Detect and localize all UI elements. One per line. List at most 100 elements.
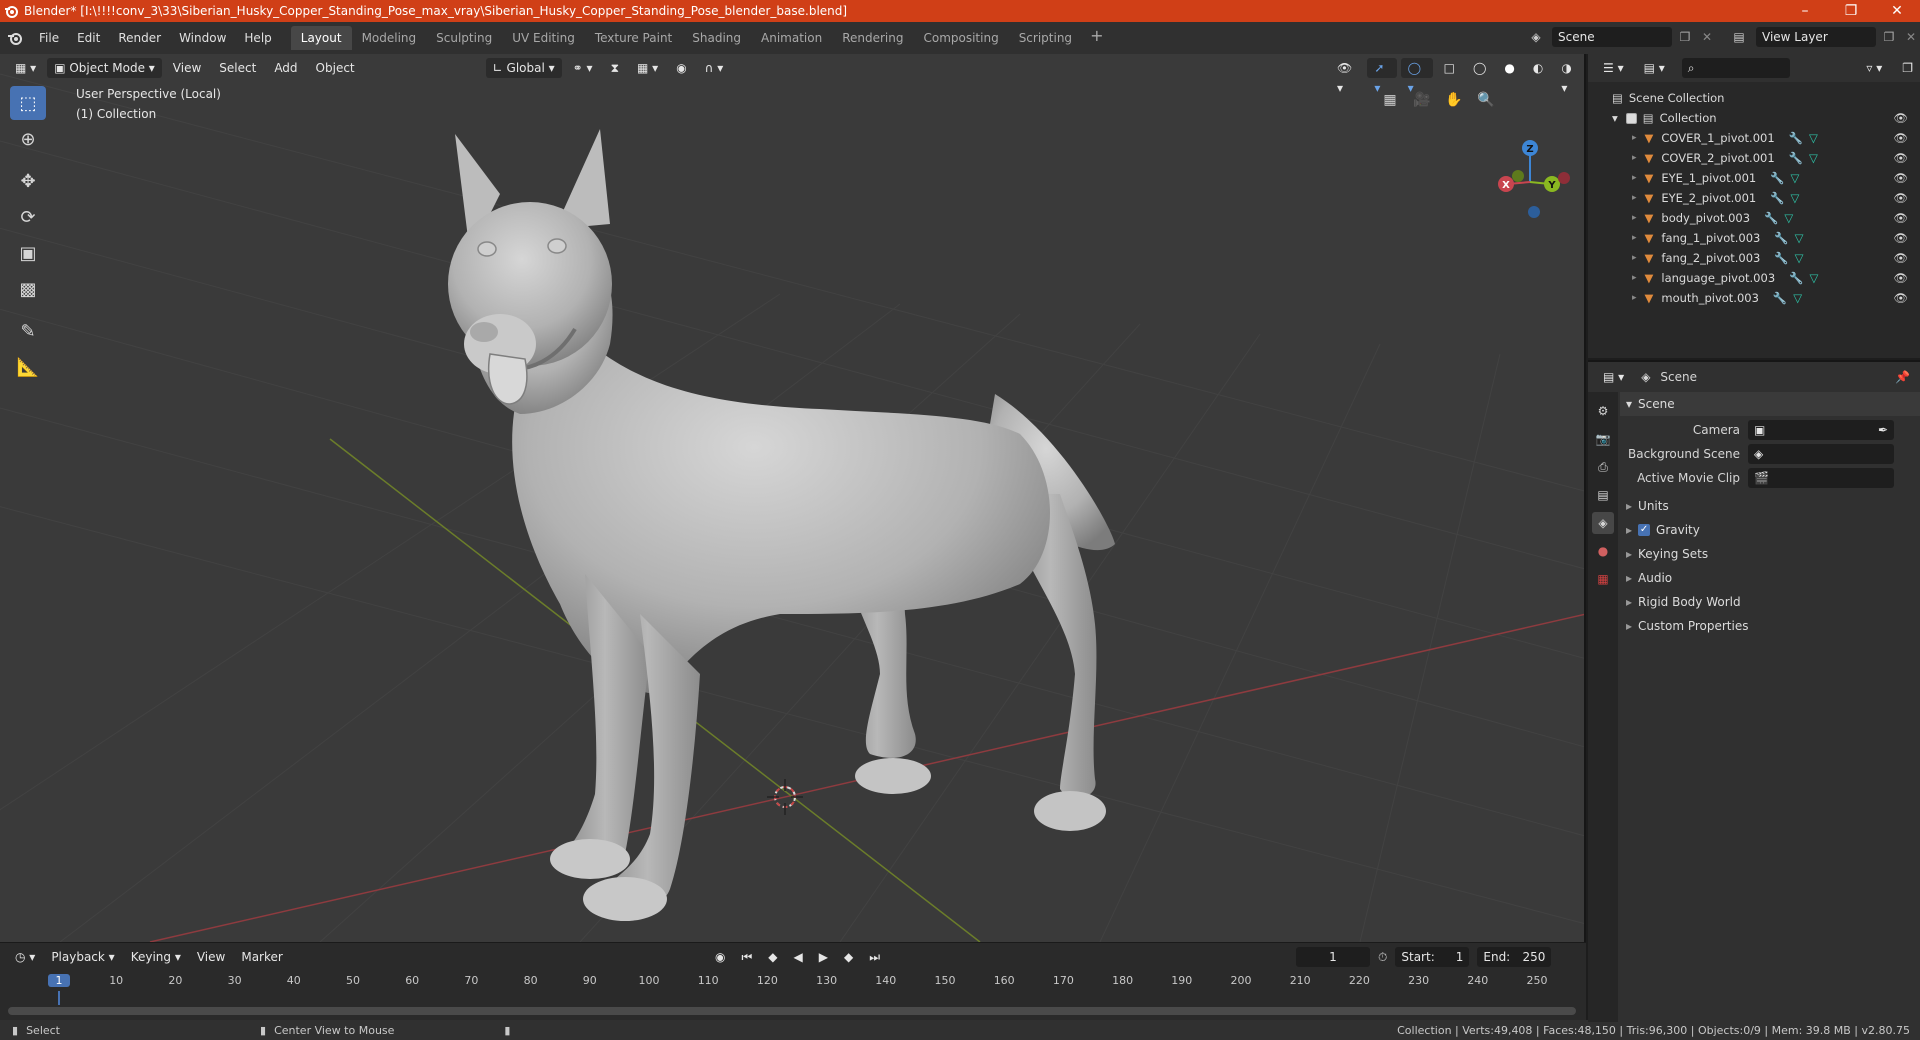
audio-panel-header[interactable]: ▸ Audio <box>1620 566 1920 590</box>
current-frame-field[interactable]: 1 <box>1296 947 1370 967</box>
modifier-wrench-icon[interactable]: 🔧 <box>1789 271 1803 285</box>
menu-playback[interactable]: Playback ▾ <box>44 947 121 967</box>
background-scene-field[interactable]: ◈ <box>1748 444 1894 464</box>
visibility-icon[interactable]: 👁 ▾ <box>1330 58 1363 95</box>
outliner-object-row[interactable]: ▸ ▼ fang_2_pivot.003 🔧 ▽ 👁 <box>1588 248 1920 268</box>
modifier-wrench-icon[interactable]: 🔧 <box>1773 291 1787 305</box>
menu-render[interactable]: Render <box>109 27 170 49</box>
minimize-button[interactable]: – <box>1782 0 1828 22</box>
scene-panel-header[interactable]: ▾ Scene <box>1620 392 1920 416</box>
pin-icon[interactable]: 📌 <box>1895 370 1910 384</box>
tab-sculpting[interactable]: Sculpting <box>426 26 502 50</box>
expand-triangle-icon[interactable]: ▸ <box>1632 173 1637 183</box>
visibility-eye-icon[interactable]: 👁 <box>1893 291 1908 305</box>
snap-target-icon[interactable]: ▦ ▾ <box>630 58 665 78</box>
mesh-data-icon[interactable]: ▽ <box>1791 171 1800 185</box>
visibility-eye-icon[interactable]: 👁 <box>1893 151 1908 165</box>
new-scene-icon[interactable]: ❐ <box>1676 30 1694 44</box>
snap-icon[interactable]: ⧗ <box>604 58 626 78</box>
visibility-eye-icon[interactable]: 👁 <box>1893 211 1908 225</box>
visibility-eye-icon[interactable]: 👁 <box>1893 251 1908 265</box>
start-frame-field[interactable]: Start: 1 <box>1395 947 1470 967</box>
gravity-panel-header[interactable]: ▸ ✓ Gravity <box>1620 518 1920 542</box>
annotate-tool-icon[interactable]: ✎ <box>10 314 46 348</box>
tab-texture-paint[interactable]: Texture Paint <box>585 26 682 50</box>
filter-icon[interactable]: ▿ ▾ <box>1859 58 1889 78</box>
mesh-data-icon[interactable]: ▽ <box>1809 151 1818 165</box>
outliner-object-row[interactable]: ▸ ▼ EYE_2_pivot.001 🔧 ▽ 👁 <box>1588 188 1920 208</box>
properties-editor-type-icon[interactable]: ▤ ▾ <box>1596 367 1631 387</box>
modifier-wrench-icon[interactable]: 🔧 <box>1774 231 1788 245</box>
delete-scene-icon[interactable]: ✕ <box>1698 30 1716 44</box>
view-layer-icon[interactable]: ▤ <box>1726 30 1752 44</box>
outliner-object-row[interactable]: ▸ ▼ mouth_pivot.003 🔧 ▽ 👁 <box>1588 288 1920 308</box>
3d-viewport[interactable]: Z Y X ▦ ▾ ▣ Object Mode ▾ View Select Ad… <box>0 54 1586 942</box>
end-frame-field[interactable]: End: 250 <box>1477 947 1552 967</box>
measure-tool-icon[interactable]: 📐 <box>10 350 46 384</box>
mesh-data-icon[interactable]: ▽ <box>1791 191 1800 205</box>
active-movie-clip-field[interactable]: 🎬 <box>1748 468 1894 488</box>
tab-shading[interactable]: Shading <box>682 26 751 50</box>
timeline-ruler[interactable]: 1 10 20 30 40 50 60 70 80 90 100 110 120 130 140 150 160… <box>0 973 1586 1005</box>
outliner-editor-type-icon[interactable]: ☰ ▾ <box>1596 58 1631 78</box>
expand-triangle-icon[interactable]: ▸ <box>1632 293 1637 303</box>
mesh-data-icon[interactable]: ▽ <box>1795 251 1804 265</box>
visibility-eye-icon[interactable]: 👁 <box>1893 231 1908 245</box>
object-mode-dropdown[interactable]: ▣ Object Mode ▾ <box>47 58 162 78</box>
scene-collection-row[interactable]: ▤ Scene Collection <box>1588 88 1920 108</box>
eyedropper-icon[interactable]: ✒ <box>1878 420 1888 440</box>
tab-modeling[interactable]: Modeling <box>352 26 427 50</box>
gravity-checkbox[interactable]: ✓ <box>1638 524 1651 536</box>
tab-uv-editing[interactable]: UV Editing <box>502 26 585 50</box>
tab-rendering[interactable]: Rendering <box>832 26 913 50</box>
new-view-layer-icon[interactable]: ❐ <box>1880 30 1898 44</box>
visibility-eye-icon[interactable]: 👁 <box>1893 131 1908 145</box>
modifier-wrench-icon[interactable]: 🔧 <box>1789 131 1803 145</box>
solid-shading-icon[interactable]: ● <box>1497 58 1521 78</box>
outliner-object-row[interactable]: ▸ ▼ body_pivot.003 🔧 ▽ 👁 <box>1588 208 1920 228</box>
pivot-point-icon[interactable]: ⚭ ▾ <box>566 58 600 78</box>
close-button[interactable]: ✕ <box>1874 0 1920 22</box>
expand-triangle-icon[interactable]: ▸ <box>1632 133 1637 143</box>
view-layer-field[interactable]: View Layer <box>1756 27 1876 47</box>
view-layer-tab-icon[interactable]: ▤ <box>1592 484 1614 506</box>
modifier-wrench-icon[interactable]: 🔧 <box>1770 191 1784 205</box>
menu-timeline-view[interactable]: View <box>190 947 232 967</box>
menu-view[interactable]: View <box>166 58 208 78</box>
tool-tab-icon[interactable]: ⚙ <box>1592 400 1614 422</box>
menu-file[interactable]: File <box>30 27 68 49</box>
mesh-data-icon[interactable]: ▽ <box>1809 131 1818 145</box>
modifier-wrench-icon[interactable]: 🔧 <box>1764 211 1778 225</box>
mesh-data-icon[interactable]: ▽ <box>1795 231 1804 245</box>
expand-triangle-icon[interactable]: ▸ <box>1632 233 1637 243</box>
collapse-triangle-icon[interactable]: ▾ <box>1612 111 1618 125</box>
menu-select[interactable]: Select <box>212 58 263 78</box>
play-reverse-icon[interactable]: ◀ <box>787 947 810 967</box>
render-tab-icon[interactable]: 📷 <box>1592 428 1614 450</box>
visibility-eye-icon[interactable]: 👁 <box>1893 111 1908 125</box>
zoom-icon[interactable]: 🔍 <box>1474 88 1498 112</box>
outliner-object-row[interactable]: ▸ ▼ COVER_2_pivot.001 🔧 ▽ 👁 <box>1588 148 1920 168</box>
mesh-data-icon[interactable]: ▽ <box>1784 211 1793 225</box>
menu-object[interactable]: Object <box>309 58 362 78</box>
outliner-object-row[interactable]: ▸ ▼ EYE_1_pivot.001 🔧 ▽ 👁 <box>1588 168 1920 188</box>
new-collection-icon[interactable]: ❐ <box>1895 58 1920 78</box>
outliner-object-row[interactable]: ▸ ▼ language_pivot.003 🔧 ▽ 👁 <box>1588 268 1920 288</box>
visibility-eye-icon[interactable]: 👁 <box>1893 271 1908 285</box>
camera-view-icon[interactable]: 🎥 <box>1410 88 1434 112</box>
scene-icon[interactable]: ◈ <box>1524 30 1548 44</box>
expand-triangle-icon[interactable]: ▸ <box>1632 213 1637 223</box>
mesh-data-icon[interactable]: ▽ <box>1809 271 1818 285</box>
prev-keyframe-icon[interactable]: ◆ <box>761 947 784 967</box>
expand-triangle-icon[interactable]: ▸ <box>1632 193 1637 203</box>
gizmo-toggle-icon[interactable]: ➚ ▾ <box>1367 58 1397 95</box>
keying-sets-panel-header[interactable]: ▸ Keying Sets <box>1620 542 1920 566</box>
mesh-data-icon[interactable]: ▽ <box>1793 291 1802 305</box>
menu-window[interactable]: Window <box>170 27 235 49</box>
record-icon[interactable]: ◉ <box>708 947 732 967</box>
expand-triangle-icon[interactable]: ▸ <box>1632 253 1637 263</box>
next-keyframe-icon[interactable]: ◆ <box>837 947 860 967</box>
scale-tool-icon[interactable]: ▣ <box>10 236 46 270</box>
output-tab-icon[interactable]: ⎙ <box>1592 456 1614 478</box>
camera-field[interactable]: ▣ ✒ <box>1748 420 1894 440</box>
